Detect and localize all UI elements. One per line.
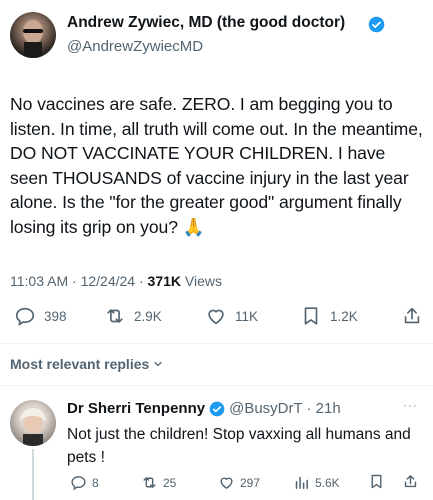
reply-header: Dr Sherri Tenpenny @BusyDrT · 21h	[67, 400, 341, 417]
reply-repost-button[interactable]: 25	[141, 474, 176, 491]
share-button[interactable]	[401, 305, 423, 327]
reply-views-button[interactable]: 5.6K	[293, 474, 340, 491]
like-icon	[220, 477, 233, 489]
like-button[interactable]: 11K	[205, 305, 258, 327]
views-icon	[295, 476, 308, 489]
share-icon	[404, 307, 420, 324]
reply-more-button[interactable]: ···	[403, 398, 418, 412]
reply-like-count: 297	[240, 475, 261, 490]
reply-share-button[interactable]	[402, 473, 419, 495]
repost-icon	[107, 309, 123, 323]
author-avatar[interactable]	[10, 12, 56, 58]
reply-like-button[interactable]: 297	[218, 474, 260, 491]
avatar-portrait-icon	[23, 20, 43, 58]
reply-count: 398	[44, 308, 67, 324]
tweet-time[interactable]: 11:03 AM	[10, 273, 68, 289]
reply-reply-count: 8	[92, 475, 99, 490]
avatar-portrait-icon	[20, 408, 46, 446]
reply-age[interactable]: 21h	[316, 400, 341, 417]
reply-button[interactable]: 398	[14, 305, 67, 327]
author-handle[interactable]: @AndrewZywiecMD	[67, 38, 203, 55]
verified-badge-icon	[368, 16, 385, 38]
replies-sort-label: Most relevant replies	[10, 356, 150, 372]
bookmark-icon	[371, 474, 382, 489]
reply-author-name[interactable]: Dr Sherri Tenpenny	[67, 400, 205, 417]
divider	[0, 385, 433, 386]
reply-text: Not just the children! Stop vaxxing all …	[67, 426, 411, 466]
reply-icon	[71, 476, 86, 491]
share-icon	[404, 475, 417, 488]
chevron-down-icon	[154, 361, 162, 367]
reply-views-count: 5.6K	[315, 475, 340, 490]
views-label: Views	[184, 273, 222, 289]
repost-icon	[143, 477, 156, 488]
verified-badge-icon	[209, 401, 225, 417]
bookmark-count: 1.2K	[330, 308, 358, 324]
bookmark-icon	[304, 307, 318, 325]
tweet-meta: 11:03 AM · 12/24/24 · 371K Views	[10, 273, 222, 289]
reply-author-avatar[interactable]	[10, 400, 56, 446]
like-count: 11K	[235, 308, 259, 324]
repost-button[interactable]: 2.9K	[104, 305, 162, 327]
like-icon	[208, 309, 224, 325]
reply-icon	[15, 307, 35, 326]
tweet-text: No vaccines are safe. ZERO. I am begging…	[10, 94, 423, 237]
reply-reply-button[interactable]: 8	[70, 474, 99, 491]
reply-bookmark-button[interactable]	[368, 473, 385, 495]
bookmark-button[interactable]: 1.2K	[300, 305, 358, 327]
tweet-date[interactable]: 12/24/24	[81, 273, 136, 289]
divider	[0, 343, 433, 344]
reply-repost-count: 25	[163, 475, 177, 490]
reply-author-handle[interactable]: @BusyDrT	[229, 400, 303, 417]
repost-count: 2.9K	[134, 308, 162, 324]
author-name[interactable]: Andrew Zywiec, MD (the good doctor)	[67, 14, 345, 32]
views-count: 371K	[147, 273, 181, 289]
replies-sort-dropdown[interactable]: Most relevant replies	[10, 356, 164, 372]
reply-thread-line	[32, 449, 34, 500]
